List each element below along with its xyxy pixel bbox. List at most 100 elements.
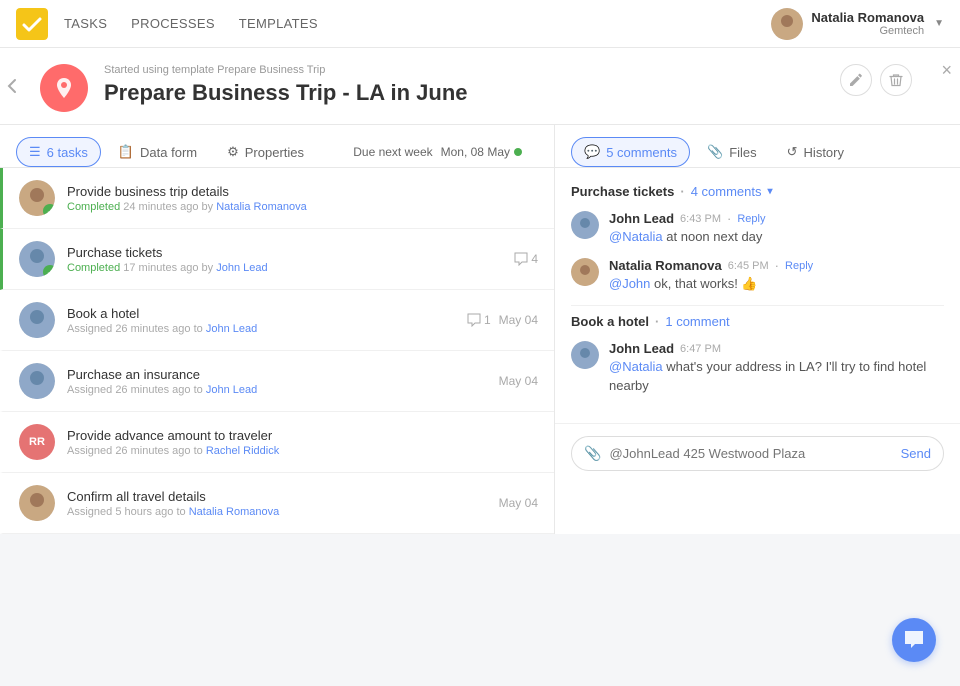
topnav: TASKS PROCESSES TEMPLATES Natalia Romano… xyxy=(0,0,960,48)
comment-input-box: 📎 Send xyxy=(571,436,944,471)
user-menu[interactable]: Natalia Romanova Gemtech ▼ xyxy=(771,8,944,40)
comment-author: John Lead xyxy=(609,211,674,226)
close-button[interactable]: × xyxy=(941,60,952,81)
task-date: May 04 xyxy=(499,374,538,388)
table-row[interactable]: Confirm all travel details Assigned 5 ho… xyxy=(0,473,554,534)
comment-time: 6:47 PM xyxy=(680,343,721,355)
tasks-tab-icon: ☰ xyxy=(29,144,41,160)
comment-author: Natalia Romanova xyxy=(609,258,722,273)
section-task-name: Purchase tickets xyxy=(571,184,674,199)
tab-tasks[interactable]: ☰ 6 tasks xyxy=(16,137,101,167)
task-info: Purchase an insurance Assigned 26 minute… xyxy=(67,367,499,396)
comment-item: John Lead 6:47 PM @Natalia what's your a… xyxy=(571,341,944,394)
process-icon-wrap xyxy=(40,64,104,124)
tab-history[interactable]: ↺ History xyxy=(774,137,857,167)
comment-body: John Lead 6:43 PM · Reply @Natalia at no… xyxy=(609,211,944,246)
task-status: Assigned 26 minutes ago to John Lead xyxy=(67,323,467,335)
reply-button[interactable]: Reply xyxy=(737,213,765,225)
mention: @Natalia xyxy=(609,359,663,374)
task-date: May 04 xyxy=(499,496,538,510)
comment-count[interactable]: 4 comments xyxy=(691,184,762,199)
table-row[interactable]: Book a hotel Assigned 26 minutes ago to … xyxy=(0,290,554,351)
task-right: 1 May 04 xyxy=(467,313,538,327)
task-info: Provide advance amount to traveler Assig… xyxy=(67,428,538,457)
comment-input-area: 📎 Send xyxy=(555,423,960,483)
comment-text: @John ok, that works! 👍 xyxy=(609,275,944,293)
table-row[interactable]: RR Provide advance amount to traveler As… xyxy=(0,412,554,473)
content-area: ☰ 6 tasks 📋 Data form ⚙ Properties Due n… xyxy=(0,125,960,534)
nav-templates[interactable]: TEMPLATES xyxy=(239,16,318,31)
section-divider xyxy=(571,305,944,306)
support-chat-button[interactable] xyxy=(892,618,936,662)
attach-icon[interactable]: 📎 xyxy=(584,445,601,462)
username: Natalia Romanova xyxy=(811,10,924,25)
properties-tab-label: Properties xyxy=(245,145,304,160)
mention: @Natalia xyxy=(609,229,663,244)
task-info: Provide business trip details Completed … xyxy=(67,184,538,213)
task-date: May 04 xyxy=(499,313,538,327)
app-logo[interactable] xyxy=(16,8,48,40)
process-icon xyxy=(40,64,88,112)
user-info: Natalia Romanova Gemtech xyxy=(811,10,924,37)
comments-tab-label: 5 comments xyxy=(606,145,677,160)
comment-header: Natalia Romanova 6:45 PM · Reply xyxy=(609,258,944,273)
task-info: Book a hotel Assigned 26 minutes ago to … xyxy=(67,306,467,335)
task-right: May 04 xyxy=(499,496,538,510)
task-status: Assigned 26 minutes ago to Rachel Riddic… xyxy=(67,445,538,457)
avatar xyxy=(19,485,55,521)
comment-input[interactable] xyxy=(609,446,900,461)
task-name: Provide advance amount to traveler xyxy=(67,428,538,443)
process-meta: Started using template Prepare Business … xyxy=(104,64,936,118)
history-tab-icon: ↺ xyxy=(787,144,798,160)
nav-links: TASKS PROCESSES TEMPLATES xyxy=(64,16,771,31)
comment-time: 6:45 PM xyxy=(728,260,769,272)
delete-button[interactable] xyxy=(880,64,912,96)
tab-dataform[interactable]: 📋 Data form xyxy=(105,137,210,167)
comment-badge: 4 xyxy=(514,252,538,266)
section-task-name: Book a hotel xyxy=(571,314,649,329)
comment-body: Natalia Romanova 6:45 PM · Reply @John o… xyxy=(609,258,944,293)
table-row[interactable]: ✓ Purchase tickets Completed 17 minutes … xyxy=(0,229,554,290)
task-status: Completed 24 minutes ago by Natalia Roma… xyxy=(67,201,538,213)
comments-tab-icon: 💬 xyxy=(584,144,600,160)
task-status: Assigned 26 minutes ago to John Lead xyxy=(67,384,499,396)
comment-count[interactable]: 1 comment xyxy=(665,314,729,329)
task-name: Purchase an insurance xyxy=(67,367,499,382)
check-icon: ✓ xyxy=(43,265,55,277)
comment-item: Natalia Romanova 6:45 PM · Reply @John o… xyxy=(571,258,944,293)
due-info: Due next week Mon, 08 May xyxy=(353,145,538,159)
tab-properties[interactable]: ⚙ Properties xyxy=(214,137,317,167)
comment-time: 6:43 PM xyxy=(680,213,721,225)
tab-comments[interactable]: 💬 5 comments xyxy=(571,137,690,167)
history-tab-label: History xyxy=(804,145,844,160)
task-list: ✓ Provide business trip details Complete… xyxy=(0,168,554,534)
main-container: Started using template Prepare Business … xyxy=(0,48,960,534)
table-row[interactable]: ✓ Provide business trip details Complete… xyxy=(0,168,554,229)
avatar: ✓ xyxy=(19,180,55,216)
task-name: Confirm all travel details xyxy=(67,489,499,504)
edit-button[interactable] xyxy=(840,64,872,96)
right-tab-bar: 💬 5 comments 📎 Files ↺ History xyxy=(555,125,960,168)
task-info: Purchase tickets Completed 17 minutes ag… xyxy=(67,245,514,274)
due-badge: Due next week Mon, 08 May xyxy=(353,145,522,159)
task-status: Assigned 5 hours ago to Natalia Romanova xyxy=(67,506,499,518)
avatar xyxy=(571,341,599,369)
right-panel: 💬 5 comments 📎 Files ↺ History Purchase … xyxy=(555,125,960,534)
tab-files[interactable]: 📎 Files xyxy=(694,137,770,167)
send-button[interactable]: Send xyxy=(901,446,931,461)
avatar: ✓ xyxy=(19,241,55,277)
nav-tasks[interactable]: TASKS xyxy=(64,16,107,31)
comment-badge: 1 xyxy=(467,313,491,327)
table-row[interactable]: Purchase an insurance Assigned 26 minute… xyxy=(0,351,554,412)
reply-button[interactable]: Reply xyxy=(785,260,813,272)
comment-item: John Lead 6:43 PM · Reply @Natalia at no… xyxy=(571,211,944,246)
task-name: Book a hotel xyxy=(67,306,467,321)
comment-section-book-hotel: Book a hotel · 1 comment xyxy=(571,314,944,329)
files-tab-icon: 📎 xyxy=(707,144,723,160)
due-dot-icon xyxy=(514,148,522,156)
back-button[interactable] xyxy=(0,62,24,110)
due-date: Mon, 08 May xyxy=(441,145,510,159)
chevron-down-icon: ▾ xyxy=(768,186,773,197)
avatar xyxy=(19,302,55,338)
nav-processes[interactable]: PROCESSES xyxy=(131,16,215,31)
